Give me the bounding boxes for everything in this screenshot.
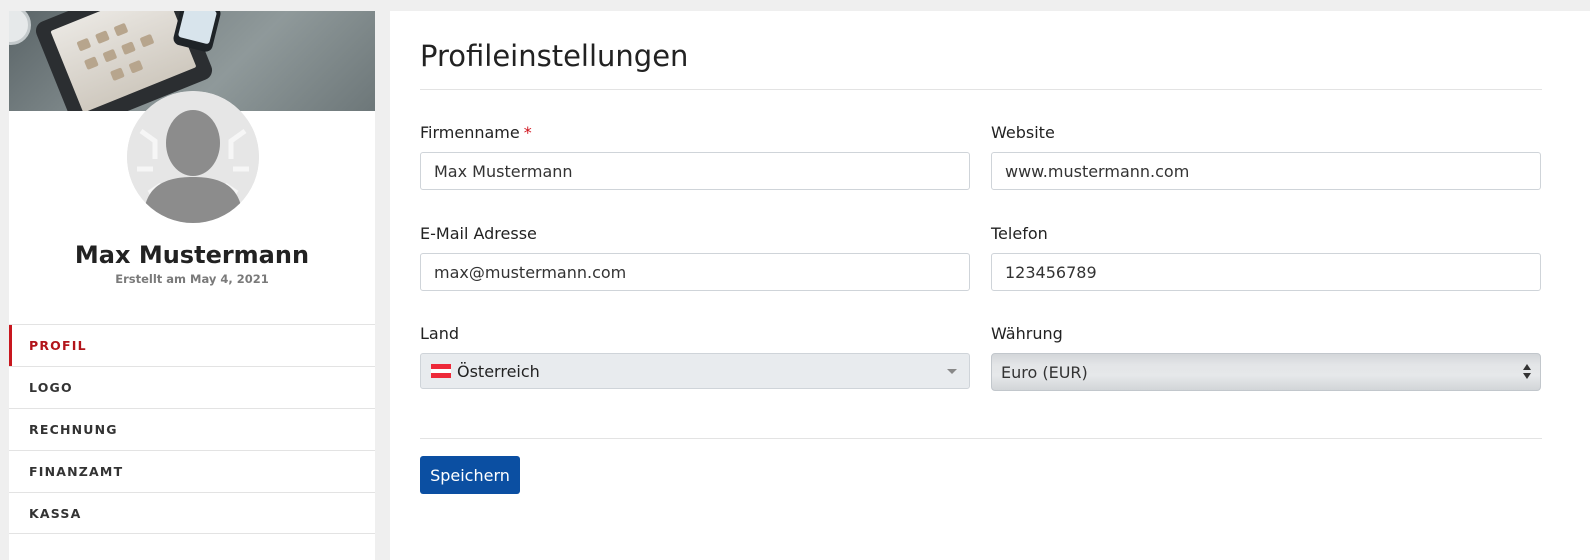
sidebar-nav: PROFIL LOGO RECHNUNG FINANZAMT KASSA xyxy=(9,324,375,534)
currency-select[interactable]: Euro (EUR) xyxy=(991,353,1541,391)
sidebar-item-kassa[interactable]: KASSA xyxy=(9,492,375,534)
sidebar-item-rechnung[interactable]: RECHNUNG xyxy=(9,408,375,450)
save-button[interactable]: Speichern xyxy=(420,456,520,494)
email-field-group: E-Mail Adresse xyxy=(420,224,970,291)
settings-card: Profileinstellungen Firmenname* Website … xyxy=(390,11,1590,560)
country-select-value: Österreich xyxy=(457,361,540,381)
currency-field-group: Währung Euro (EUR) xyxy=(991,324,1541,391)
sidebar-item-profil[interactable]: PROFIL xyxy=(9,324,375,366)
company-label: Firmenname * xyxy=(420,123,532,142)
company-name-input[interactable] xyxy=(420,152,970,190)
user-created-date: Erstellt am May 4, 2021 xyxy=(115,272,269,286)
user-name: Max Mustermann xyxy=(74,241,310,269)
avatar[interactable] xyxy=(127,91,259,223)
email-input[interactable] xyxy=(420,253,970,291)
required-mark: * xyxy=(523,123,532,142)
phone-field-group: Telefon xyxy=(991,224,1541,291)
divider xyxy=(420,438,1542,439)
website-field-group: Website xyxy=(991,123,1541,190)
sidebar-item-logo[interactable]: LOGO xyxy=(9,366,375,408)
phone-input[interactable] xyxy=(991,253,1541,291)
country-field-group: Land Österreich xyxy=(420,324,970,389)
divider xyxy=(420,89,1542,90)
country-select[interactable]: Österreich xyxy=(420,353,970,389)
select-arrows-icon xyxy=(1522,364,1532,382)
website-label: Website xyxy=(991,123,1055,142)
country-label: Land xyxy=(420,324,460,343)
currency-select-value: Euro (EUR) xyxy=(1001,362,1088,382)
austria-flag-icon xyxy=(431,364,451,378)
chevron-down-icon xyxy=(947,369,957,374)
company-field-group: Firmenname * xyxy=(420,123,970,190)
profile-sidebar: Max Mustermann Erstellt am May 4, 2021 P… xyxy=(9,11,375,560)
email-label: E-Mail Adresse xyxy=(420,224,537,243)
sidebar-item-finanzamt[interactable]: FINANZAMT xyxy=(9,450,375,492)
currency-label: Währung xyxy=(991,324,1063,343)
phone-label: Telefon xyxy=(991,224,1048,243)
website-input[interactable] xyxy=(991,152,1541,190)
page-title: Profileinstellungen xyxy=(420,39,689,73)
